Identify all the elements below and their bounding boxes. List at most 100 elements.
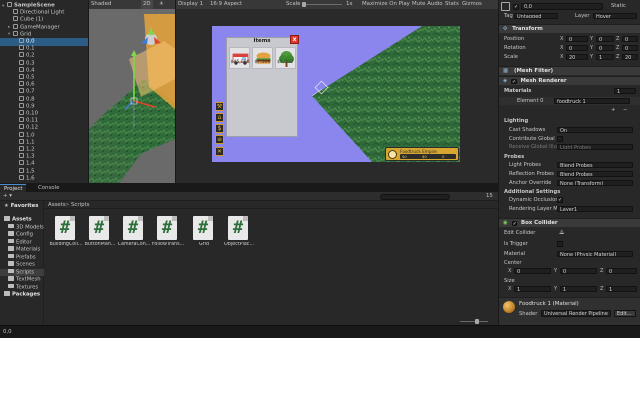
asset-label: FollowTrans... [151, 242, 185, 247]
project-tree-item[interactable]: Prefabs [0, 253, 44, 262]
maximize-on-play-toggle[interactable]: Maximize On Play [362, 0, 410, 9]
tab-project[interactable]: Project [0, 184, 27, 192]
factory-icon[interactable]: ⌂ [215, 113, 224, 122]
tab-console[interactable]: Console [34, 184, 63, 192]
add-asset-button[interactable]: + ▾ [3, 192, 12, 201]
icon-size-slider[interactable] [460, 321, 488, 322]
dynamic-occlusion-checkbox[interactable]: ✓ [557, 197, 563, 203]
transform-header[interactable]: ⟐ Transform [499, 24, 640, 33]
scale-slider-handle[interactable] [302, 2, 306, 7]
size-z-field[interactable]: 1 [606, 285, 637, 293]
project-tree-item[interactable]: ★ Favorites [0, 203, 44, 211]
light-probes-dropdown[interactable]: Blend Probes [557, 161, 633, 169]
display-dropdown[interactable]: Display 1 [178, 0, 203, 9]
tag-dropdown[interactable]: Untagged [514, 12, 558, 20]
item-card-tree[interactable] [275, 47, 296, 69]
close-icon[interactable]: ✕ [215, 147, 224, 156]
element-0-field[interactable]: foodtruck 1 [554, 97, 630, 105]
layer-label: Layer [575, 13, 590, 19]
remove-material-button[interactable]: − [623, 106, 627, 114]
project-tree-item[interactable]: Packages [0, 291, 44, 299]
gameobject-active-checkbox[interactable]: ✓ [513, 4, 519, 10]
center-y-field[interactable]: 0 [560, 267, 597, 275]
menu-icon[interactable]: ≡ [215, 135, 224, 144]
project-tree-item[interactable]: Config [0, 231, 44, 239]
size-x-field[interactable]: 1 [514, 285, 551, 293]
aspect-dropdown[interactable]: 16:9 Aspect [210, 0, 242, 9]
layer-dropdown[interactable]: Hover [593, 12, 637, 20]
scale-x-field[interactable]: 20 [566, 53, 588, 61]
lighting-toggle-icon[interactable]: ☀ [159, 0, 164, 9]
items-panel-close-button[interactable]: x [290, 35, 299, 44]
probes-row[interactable]: Probes [499, 153, 640, 161]
center-x-field[interactable]: 0 [514, 267, 551, 275]
asset-tile-script[interactable]: # Grid [189, 216, 219, 250]
game-canvas[interactable]: Items x $45,000 $7,500 $5,000 ⚒ ⌂ $ ≡ ✕ … [212, 26, 460, 162]
contribute-gi-checkbox[interactable] [557, 136, 563, 142]
rotation-z-field[interactable]: 0 [622, 44, 638, 52]
mesh-renderer-enabled-checkbox[interactable]: ✓ [511, 78, 517, 84]
scale-y-field[interactable]: 1 [596, 53, 614, 61]
project-tree-item[interactable]: Editor [0, 238, 44, 247]
materials-row[interactable]: Materials 1 [499, 87, 640, 95]
stats-toggle[interactable]: Stats [445, 0, 459, 9]
mesh-renderer-header[interactable]: ◈ ✓ Mesh Renderer [499, 76, 640, 85]
breadcrumb-scripts[interactable]: Scripts [71, 201, 89, 209]
shading-mode-dropdown[interactable]: Shaded [91, 0, 111, 9]
project-tree-item[interactable]: TextMesh [0, 276, 44, 284]
box-collider-enabled-checkbox[interactable]: ✓ [511, 220, 518, 226]
collider-material-field[interactable]: None (Physic Material) [557, 250, 633, 258]
rotation-y-field[interactable]: 0 [596, 44, 614, 52]
project-tree-item[interactable]: Materials [0, 246, 44, 254]
project-tree-item[interactable]: Assets [0, 216, 44, 224]
additional-settings-row[interactable]: Additional Settings [499, 188, 640, 196]
material-title[interactable]: Foodtruck 1 (Material) [519, 301, 579, 307]
asset-tile-script[interactable]: # ButtonMan... [85, 216, 115, 250]
hammer-icon[interactable]: ⚒ [215, 102, 224, 111]
tag-label: Tag [504, 13, 513, 19]
hierarchy-item[interactable]: 1,6 [0, 174, 88, 183]
scene-view[interactable]: Shaded 2D ☀ [89, 0, 175, 183]
project-tree-item[interactable]: Textures [0, 283, 44, 292]
materials-count[interactable]: 1 [614, 87, 636, 95]
shader-edit-button[interactable]: Edit... [614, 310, 636, 317]
item-card-foodtruck[interactable] [229, 47, 250, 69]
center-z-field[interactable]: 0 [606, 267, 637, 275]
rendering-layer-dropdown[interactable]: Layer1 [557, 205, 633, 213]
static-toggle[interactable]: Static [611, 3, 626, 9]
asset-tile-script[interactable]: # ObjectPlac... [224, 216, 254, 250]
edit-collider-button[interactable]: ⟁ [559, 229, 564, 237]
position-y-field[interactable]: 0 [596, 35, 614, 43]
icon-size-slider-handle[interactable] [475, 319, 479, 324]
mute-audio-toggle[interactable]: Mute Audio [412, 0, 443, 9]
cast-shadows-dropdown[interactable]: On [557, 126, 633, 134]
project-tree-item[interactable]: 3D Models [0, 223, 44, 232]
reflection-probes-dropdown[interactable]: Blend Probes [557, 170, 633, 178]
add-material-button[interactable]: + [611, 106, 615, 114]
asset-tile-script[interactable]: # FollowTrans... [151, 216, 185, 250]
scale-z-field[interactable]: 20 [622, 53, 638, 61]
money-icon[interactable]: $ [215, 124, 224, 133]
project-search-input[interactable] [380, 193, 450, 200]
lighting-row[interactable]: Lighting [499, 117, 640, 125]
2d-toggle[interactable]: 2D [141, 0, 153, 9]
box-collider-header[interactable]: ◉ ✓ Box Collider [499, 218, 640, 227]
position-z-field[interactable]: 0 [622, 35, 638, 43]
position-x-field[interactable]: 0 [566, 35, 588, 43]
is-trigger-checkbox[interactable] [557, 241, 563, 247]
item-card-burger[interactable] [252, 47, 273, 69]
scale-slider[interactable] [302, 4, 342, 5]
rotation-x-field[interactable]: 0 [566, 44, 588, 52]
project-tree-item[interactable]: Scenes [0, 261, 44, 269]
gizmos-toggle[interactable]: Gizmos [462, 0, 482, 9]
breadcrumb-assets[interactable]: Assets [48, 201, 66, 209]
shader-dropdown[interactable]: Universal Render Pipeline [541, 310, 611, 317]
mesh-filter-header[interactable]: ▦ (Mesh Filter) [499, 66, 640, 75]
asset-tile-script[interactable]: # BuildingColl... [50, 216, 82, 250]
game-view[interactable]: Display 1 16:9 Aspect Scale 1x Maximize … [176, 0, 498, 183]
gameobject-name-field[interactable]: 0,0 [521, 3, 603, 10]
project-tree-item[interactable]: Scripts [0, 268, 44, 277]
anchor-override-field[interactable]: None (Transform) [557, 179, 633, 187]
size-y-field[interactable]: 1 [560, 285, 597, 293]
asset-tile-script[interactable]: # CameraCon... [118, 216, 150, 250]
